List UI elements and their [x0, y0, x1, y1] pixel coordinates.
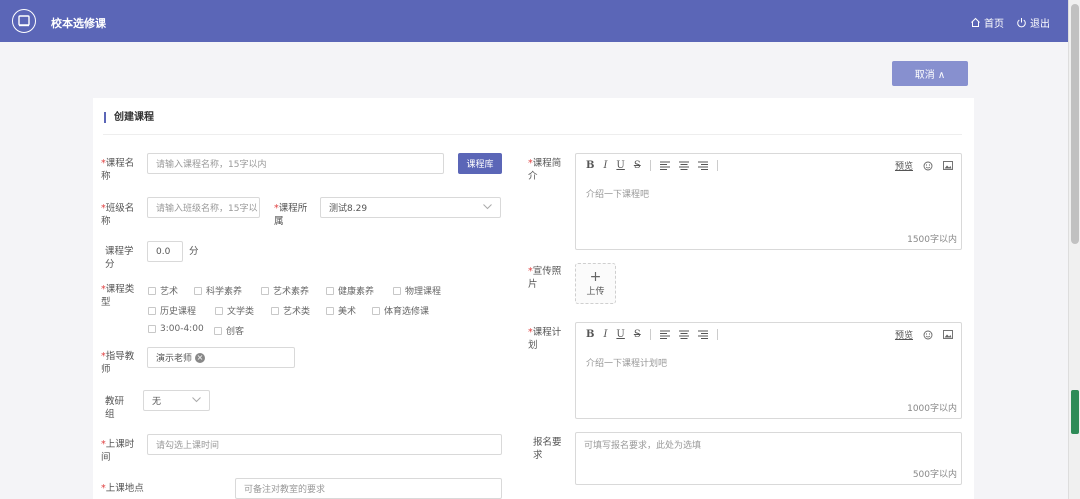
- course-belong-value: 测试8.29: [329, 204, 368, 214]
- toolbar-right: 预览: [895, 328, 953, 341]
- emoji-icon[interactable]: [923, 161, 933, 171]
- divider: [103, 134, 962, 135]
- page-scrollbar[interactable]: [1068, 0, 1080, 499]
- requirement-label: 报名要求: [533, 437, 562, 461]
- requirement-placeholder: 可填写报名要求，此处为选填: [584, 441, 702, 451]
- bold-button[interactable]: B: [586, 160, 594, 171]
- credit-input[interactable]: 0.0: [147, 241, 183, 262]
- power-icon: [1017, 18, 1026, 28]
- preview-link[interactable]: 预览: [895, 328, 913, 341]
- category-option[interactable]: 艺术: [148, 284, 178, 297]
- top-bar: 校本选修课 首页 退出: [0, 0, 1068, 42]
- logout-label: 退出: [1030, 19, 1050, 30]
- panel-title: 创建课程: [104, 112, 154, 123]
- align-left-icon[interactable]: [659, 330, 670, 339]
- toolbar-separator: [716, 159, 718, 171]
- research-group-select[interactable]: 无: [143, 390, 210, 411]
- bold-button[interactable]: B: [586, 329, 594, 340]
- teacher-field[interactable]: 演示老师 ×: [147, 347, 295, 368]
- category-option[interactable]: 文学类: [215, 304, 254, 317]
- course-belong-label: *课程所属: [274, 203, 308, 227]
- teacher-label: *指导教师: [101, 351, 135, 375]
- strikethrough-button[interactable]: S: [634, 160, 641, 171]
- scroll-marker: [1071, 390, 1079, 434]
- course-name-input[interactable]: 请输入课程名称，15字以内: [147, 153, 444, 174]
- plan-placeholder: 介绍一下课程计划吧: [586, 359, 668, 369]
- intro-label: *课程简介: [528, 158, 562, 182]
- preview-link[interactable]: 预览: [895, 159, 913, 172]
- course-name-label: *课程名称: [101, 158, 135, 182]
- photo-label: *宣传照片: [528, 266, 562, 290]
- course-belong-select[interactable]: 测试8.29: [320, 197, 501, 218]
- category-option[interactable]: 美术: [326, 304, 356, 317]
- category-option[interactable]: 科学素养: [194, 284, 242, 297]
- plan-char-limit: 1000字以内: [907, 404, 957, 414]
- home-label: 首页: [984, 19, 1004, 30]
- research-group-label: 教研组: [105, 396, 125, 420]
- logout-link[interactable]: 退出: [1016, 15, 1050, 30]
- emoji-icon[interactable]: [923, 330, 933, 340]
- requirement-textarea[interactable]: 可填写报名要求，此处为选填 500字以内: [575, 432, 962, 485]
- chevron-down-icon: [483, 204, 492, 210]
- plan-label: *课程计划: [528, 327, 562, 351]
- research-group-value: 无: [152, 397, 162, 407]
- chevron-down-icon: [192, 397, 201, 403]
- intro-char-limit: 1500字以内: [907, 235, 957, 245]
- class-time-label: *上课时间: [101, 439, 135, 463]
- category-label: *课程类型: [101, 284, 135, 308]
- italic-button[interactable]: I: [603, 160, 607, 171]
- teacher-tag: 演示老师: [156, 354, 193, 364]
- category-option[interactable]: 艺术素养: [261, 284, 309, 297]
- align-center-icon[interactable]: [678, 161, 689, 170]
- align-left-icon[interactable]: [659, 161, 670, 170]
- category-option[interactable]: 体育选修课: [372, 304, 429, 317]
- class-name-label: *班级名称: [101, 203, 135, 227]
- toolbar-separator: [649, 159, 651, 171]
- course-library-button[interactable]: 课程库: [458, 153, 502, 174]
- category-option[interactable]: 3:00-4:00: [148, 324, 204, 334]
- location-label: *上课地点: [101, 483, 144, 494]
- class-time-input[interactable]: 请勾选上课时间: [147, 434, 502, 455]
- category-option[interactable]: 创客: [214, 324, 244, 337]
- plus-icon: +: [589, 269, 602, 285]
- align-right-icon[interactable]: [697, 161, 708, 170]
- category-option[interactable]: 艺术类: [271, 304, 310, 317]
- intro-placeholder: 介绍一下课程吧: [586, 190, 650, 200]
- home-icon: [971, 17, 980, 27]
- strikethrough-button[interactable]: S: [634, 329, 641, 340]
- create-course-panel: 创建课程 *课程名称 请输入课程名称，15字以内 课程库 *班级名称 请输入班级…: [93, 98, 974, 499]
- scrollbar-thumb[interactable]: [1071, 4, 1079, 244]
- category-option[interactable]: 健康素养: [326, 284, 374, 297]
- requirement-char-limit: 500字以内: [912, 470, 957, 480]
- image-icon[interactable]: [943, 161, 953, 170]
- home-link[interactable]: 首页: [970, 15, 1004, 30]
- class-name-input[interactable]: 请输入班级名称，15字以: [147, 197, 260, 218]
- toolbar-right: 预览: [895, 159, 953, 172]
- align-center-icon[interactable]: [678, 330, 689, 339]
- toolbar-separator: [649, 328, 651, 340]
- underline-button[interactable]: U: [616, 329, 624, 340]
- category-option[interactable]: 物理课程: [393, 284, 441, 297]
- photo-upload-button[interactable]: + 上传: [575, 263, 616, 304]
- upload-label: 上传: [586, 287, 605, 297]
- location-input[interactable]: 可备注对教室的要求: [235, 478, 502, 499]
- category-option[interactable]: 历史课程: [148, 304, 196, 317]
- book-logo-icon: [12, 9, 36, 33]
- italic-button[interactable]: I: [603, 329, 607, 340]
- credit-unit: 分: [189, 246, 199, 257]
- intro-editor[interactable]: B I U S 预览 介绍一下课程吧 1500字以内: [575, 153, 962, 250]
- toolbar-separator: [716, 328, 718, 340]
- plan-editor[interactable]: B I U S 预览 介绍一下课程计划吧 1000字以内: [575, 322, 962, 419]
- close-icon[interactable]: ×: [195, 352, 206, 363]
- app-title: 校本选修课: [51, 17, 106, 30]
- align-right-icon[interactable]: [697, 330, 708, 339]
- cancel-button[interactable]: 取消 ∧: [892, 61, 968, 86]
- credit-label: 课程学分: [105, 246, 134, 270]
- underline-button[interactable]: U: [616, 160, 624, 171]
- image-icon[interactable]: [943, 330, 953, 339]
